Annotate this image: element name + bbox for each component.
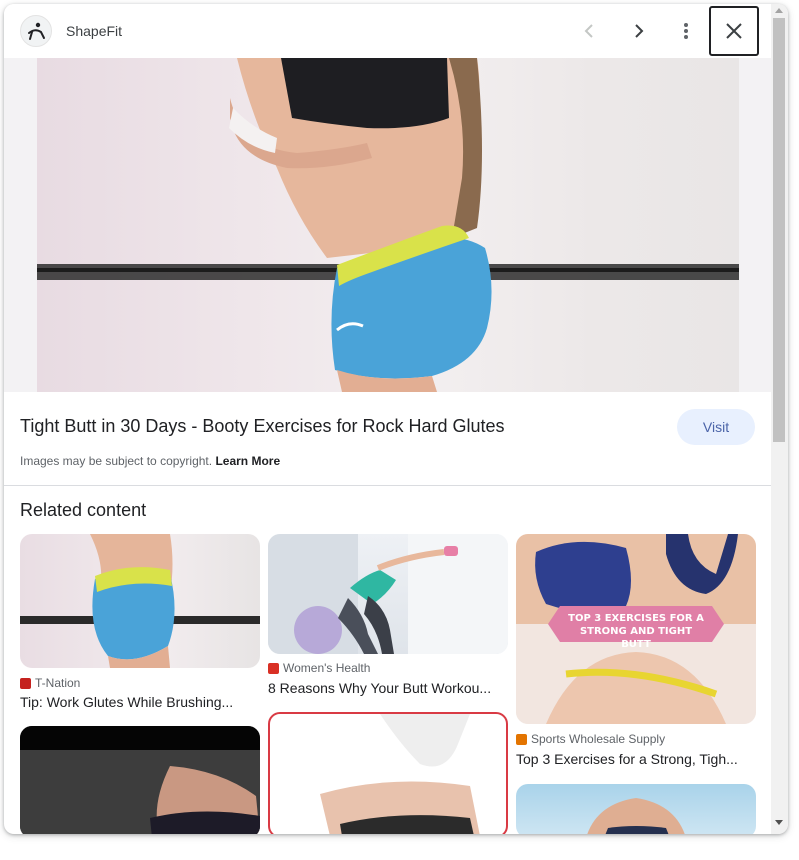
more-options-button[interactable] (670, 15, 702, 47)
copyright-notice: Images may be subject to copyright. Lear… (20, 454, 280, 468)
womens-health-favicon-icon (268, 662, 279, 674)
visit-button[interactable]: Visit (677, 409, 755, 445)
related-card-source[interactable]: Women's Health (268, 661, 370, 675)
sports-wholesale-favicon-icon (516, 733, 527, 745)
source-label: Women's Health (283, 661, 371, 675)
close-button[interactable] (709, 6, 759, 56)
related-card-image[interactable] (20, 726, 260, 834)
scroll-down-arrow-icon[interactable] (775, 820, 783, 825)
chevron-left-icon (584, 24, 593, 38)
previous-button[interactable] (574, 15, 606, 47)
image-preview-panel: ShapeFit Tight Butt in 30 Days - Booty E… (4, 4, 788, 834)
related-card-source[interactable]: Sports Wholesale Supply (516, 732, 665, 746)
related-content-heading: Related content (20, 500, 147, 520)
chevron-right-icon (635, 24, 644, 38)
scroll-up-arrow-icon[interactable] (775, 8, 783, 13)
t-nation-favicon-icon (20, 677, 31, 689)
next-button[interactable] (622, 15, 654, 47)
more-vert-icon (684, 23, 688, 39)
preview-image[interactable] (37, 58, 739, 392)
card-banner-text: TOP 3 EXERCISES FOR A STRONG AND TIGHT B… (568, 613, 704, 650)
related-card-image[interactable]: TOP 3 EXERCISES FOR A STRONG AND TIGHT B… (516, 534, 756, 724)
related-card-title[interactable]: Tip: Work Glutes While Brushing... (20, 694, 260, 710)
section-divider (4, 485, 771, 486)
copyright-text: Images may be subject to copyright. (20, 454, 213, 468)
preview-image-area (4, 58, 771, 392)
result-title[interactable]: Tight Butt in 30 Days - Booty Exercises … (20, 416, 505, 437)
learn-more-link[interactable]: Learn More (215, 454, 280, 468)
source-label: Sports Wholesale Supply (531, 732, 666, 746)
related-card-title[interactable]: Top 3 Exercises for a Strong, Tigh... (516, 751, 756, 767)
preview-header: ShapeFit (4, 4, 771, 58)
related-card-image[interactable] (20, 534, 260, 668)
shapefit-logo-icon[interactable] (20, 15, 52, 47)
scrollbar-thumb[interactable] (773, 18, 785, 442)
source-name[interactable]: ShapeFit (66, 23, 122, 39)
scrollbar[interactable] (771, 4, 788, 834)
related-card-image[interactable] (268, 712, 508, 834)
source-label: T-Nation (35, 676, 81, 690)
related-card-title[interactable]: 8 Reasons Why Your Butt Workou... (268, 680, 508, 696)
related-card-source[interactable]: T-Nation (20, 676, 80, 690)
close-icon (726, 23, 742, 39)
related-card-image[interactable] (516, 784, 756, 834)
related-card-image[interactable] (268, 534, 508, 654)
